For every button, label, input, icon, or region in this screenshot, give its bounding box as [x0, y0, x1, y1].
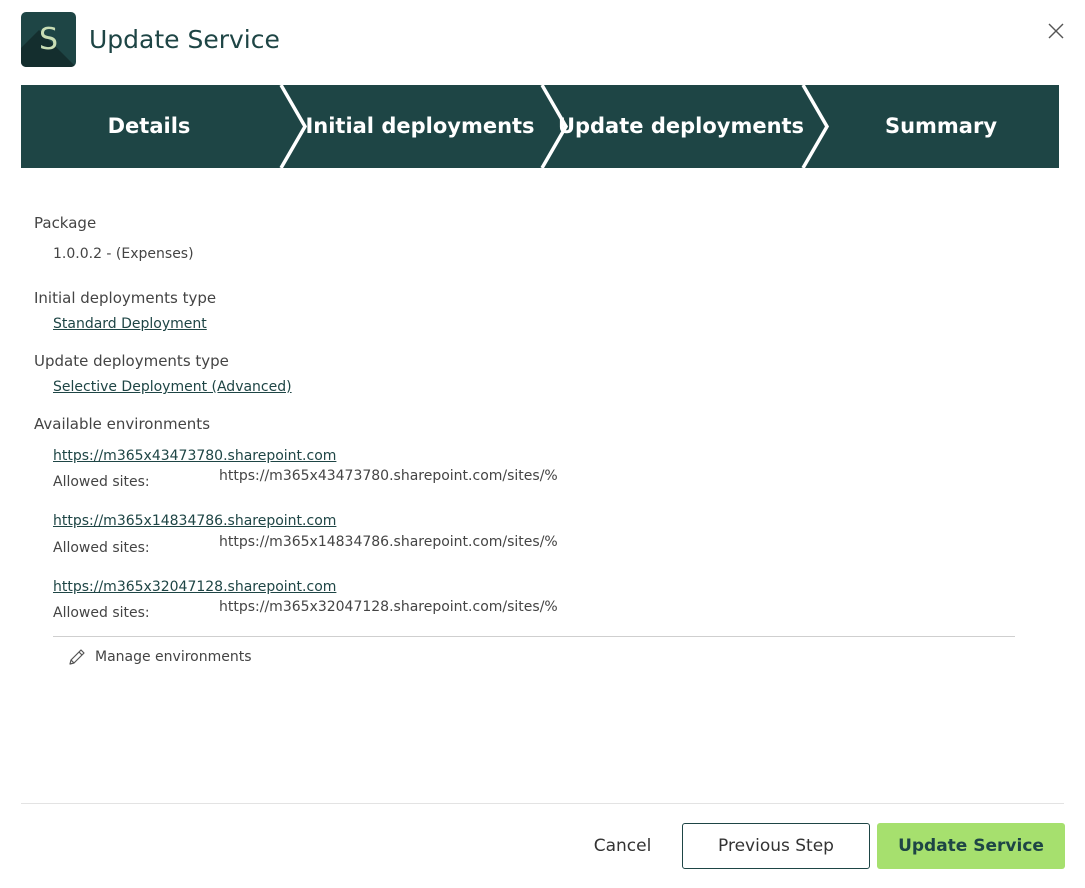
package-value: 1.0.0.2 - (Expenses)	[53, 246, 194, 262]
manage-environments-button[interactable]: Manage environments	[67, 647, 252, 667]
update-deployments-type-label: Update deployments type	[34, 352, 229, 370]
pencil-icon	[69, 649, 85, 665]
update-deployments-type-link[interactable]: Selective Deployment (Advanced)	[53, 379, 292, 395]
available-environments-label: Available environments	[34, 415, 211, 433]
environment-link[interactable]: https://m365x14834786.sharepoint.com	[53, 513, 336, 529]
allowed-sites-value: https://m365x32047128.sharepoint.com/sit…	[219, 599, 558, 615]
cancel-button[interactable]: Cancel	[580, 824, 665, 869]
package-label: Package	[34, 214, 97, 232]
initial-deployments-type-label: Initial deployments type	[34, 289, 217, 307]
environment-link[interactable]: https://m365x43473780.sharepoint.com	[53, 448, 336, 464]
initial-deployments-type-link[interactable]: Standard Deployment	[53, 316, 207, 332]
dialog-header: S Update Service	[21, 11, 280, 67]
close-button[interactable]	[1046, 21, 1066, 41]
manage-environments-label: Manage environments	[95, 649, 252, 665]
step-initial-deployments[interactable]: Initial deployments	[295, 85, 545, 168]
step-summary[interactable]: Summary	[821, 85, 1061, 168]
allowed-sites-label: Allowed sites:	[53, 540, 150, 556]
allowed-sites-value: https://m365x43473780.sharepoint.com/sit…	[219, 468, 558, 484]
allowed-sites-value: https://m365x14834786.sharepoint.com/sit…	[219, 534, 558, 550]
update-service-button[interactable]: Update Service	[877, 823, 1065, 869]
app-logo-letter: S	[38, 21, 59, 57]
step-update-deployments[interactable]: Update deployments	[556, 85, 806, 168]
dialog-title: Update Service	[89, 24, 280, 54]
close-icon	[1048, 23, 1064, 39]
allowed-sites-label: Allowed sites:	[53, 605, 150, 621]
wizard-stepper: Details Initial deployments Update deplo…	[21, 85, 1059, 168]
environment-link[interactable]: https://m365x32047128.sharepoint.com	[53, 579, 336, 595]
app-logo: S	[21, 11, 76, 67]
previous-step-button[interactable]: Previous Step	[682, 823, 870, 869]
footer-divider	[21, 803, 1064, 804]
environments-divider	[53, 636, 1015, 637]
allowed-sites-label: Allowed sites:	[53, 474, 150, 490]
step-details[interactable]: Details	[21, 85, 277, 168]
